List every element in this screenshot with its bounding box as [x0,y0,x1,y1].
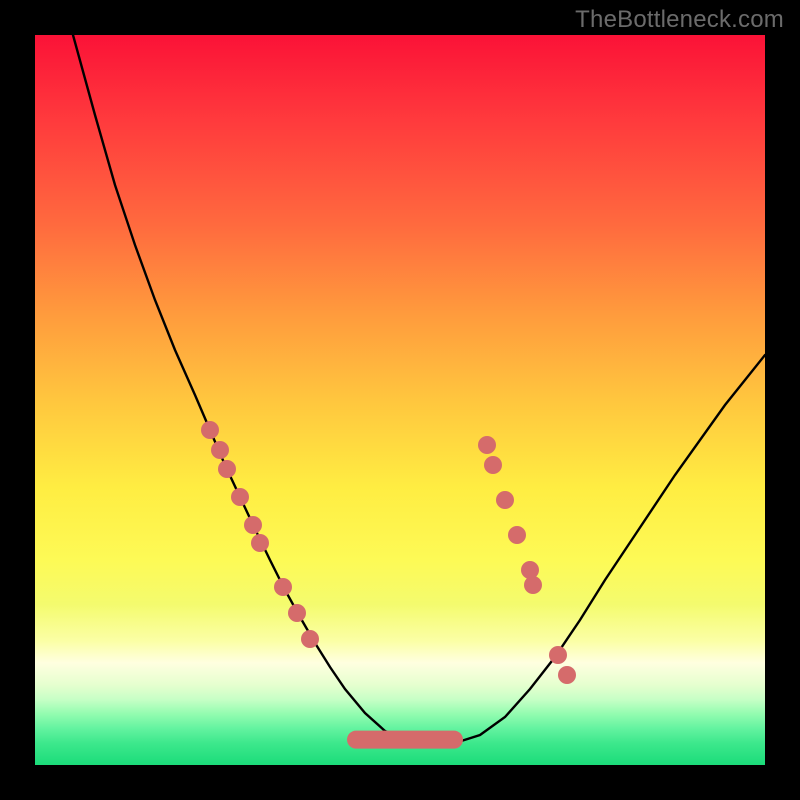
curve-marker [251,534,269,552]
plot-area [35,35,765,765]
bottleneck-curve [73,35,765,745]
curve-marker [218,460,236,478]
curve-marker [211,441,229,459]
chart-frame: TheBottleneck.com [0,0,800,800]
curve-marker [508,526,526,544]
curve-marker [244,516,262,534]
curve-marker [231,488,249,506]
watermark-text: TheBottleneck.com [575,6,784,34]
curve-marker [478,436,496,454]
curve-marker [558,666,576,684]
curve-marker [484,456,502,474]
curve-marker [274,578,292,596]
curve-marker [301,630,319,648]
curve-marker [496,491,514,509]
curve-marker [288,604,306,622]
curve-marker-bar [347,731,463,749]
curve-svg [35,35,765,765]
curve-marker [201,421,219,439]
curve-marker [521,561,539,579]
curve-marker [524,576,542,594]
curve-marker [549,646,567,664]
